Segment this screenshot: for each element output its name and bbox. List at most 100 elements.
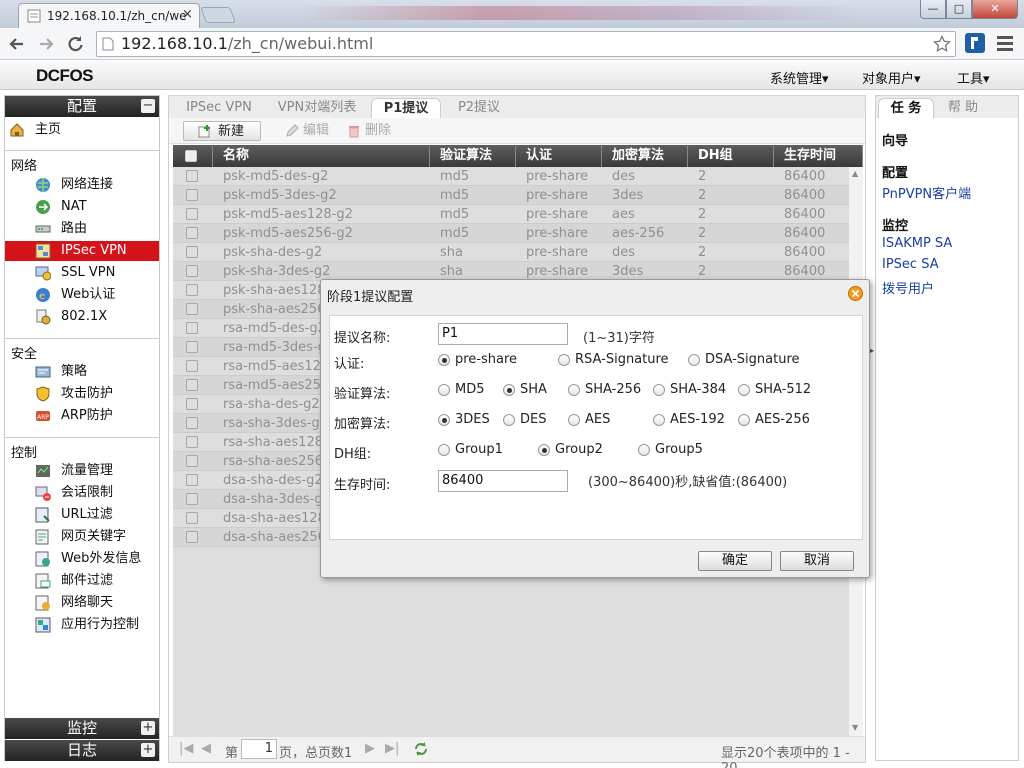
enc-radio-aes[interactable]: AES (568, 411, 658, 429)
link-dialup-users[interactable]: 拨号用户 (882, 278, 934, 297)
prev-page-icon[interactable]: ◀ (201, 741, 211, 756)
address-bar[interactable]: 192.168.10.1/zh_cn/webui.html (96, 31, 956, 57)
tab-ipsec-vpn[interactable]: IPSec VPN (175, 98, 263, 118)
collapse-icon[interactable]: − (141, 99, 155, 113)
sidebar-item-web-outbound[interactable]: Web外发信息 (5, 549, 159, 569)
select-all-checkbox[interactable] (185, 150, 197, 162)
sidebar-item-ipsec-vpn[interactable]: IPSec VPN (5, 241, 159, 261)
page-input[interactable]: 1 (241, 739, 277, 759)
column-header-hash[interactable]: 验证算法 (430, 145, 516, 167)
column-header-encryption[interactable]: 加密算法 (602, 145, 688, 167)
sidebar-header-config[interactable]: 配置 − (5, 96, 159, 117)
ssl-vpn-icon (35, 265, 51, 281)
hash-radio-sha-384[interactable]: SHA-384 (653, 381, 743, 399)
maximize-button[interactable]: □ (946, 0, 972, 19)
menu-tools[interactable]: 工具▾ (957, 68, 990, 87)
sidebar-item-web-auth[interactable]: e Web认证 (5, 285, 159, 305)
auth-radio-rsa-signature[interactable]: RSA-Signature (558, 351, 669, 369)
sidebar-header-monitor[interactable]: 监控 + (5, 718, 159, 739)
delete-button[interactable]: 删除 (347, 121, 397, 141)
column-header-dh[interactable]: DH组 (688, 145, 774, 167)
new-button[interactable]: 新建 (183, 121, 261, 141)
sidebar-item-network-chat[interactable]: 网络聊天 (5, 593, 159, 613)
sidebar-item-arp-defense[interactable]: ARP ARP防护 (5, 406, 159, 426)
dialog-close-icon[interactable] (848, 286, 863, 301)
radio-indicator (558, 354, 570, 366)
hash-radio-sha-512[interactable]: SHA-512 (738, 381, 828, 399)
tab-help[interactable]: 帮 助 (936, 98, 990, 118)
next-page-icon[interactable]: ▶ (365, 741, 375, 756)
ok-button[interactable]: 确定 (698, 551, 772, 571)
link-ipsec-sa[interactable]: IPSec SA (882, 257, 939, 272)
sidebar-item-home[interactable]: 主页 (5, 120, 159, 140)
auth-radio-pre-share[interactable]: pre-share (438, 351, 528, 369)
delete-icon (347, 124, 361, 138)
tab-p1-proposal[interactable]: P1提议 (371, 98, 441, 118)
dh-radio-group2[interactable]: Group2 (538, 441, 628, 459)
back-icon[interactable] (6, 33, 28, 55)
link-pnpvpn-client[interactable]: PnPVPN客户端 (882, 183, 971, 202)
sidebar-item-url-filter[interactable]: URL过滤 (5, 505, 159, 525)
tab-vpn-peer-list[interactable]: VPN对端列表 (269, 98, 365, 118)
sidebar-item-app-behavior-control[interactable]: 应用行为控制 (5, 615, 159, 635)
auth-radio-dsa-signature[interactable]: DSA-Signature (688, 351, 800, 369)
radio-indicator (738, 414, 750, 426)
sidebar-item-nat[interactable]: NAT (5, 197, 159, 217)
enc-radio-aes-256[interactable]: AES-256 (738, 411, 828, 429)
tab-p2-proposal[interactable]: P2提议 (447, 98, 511, 118)
sidebar-item-session-limit[interactable]: 会话限制 (5, 483, 159, 503)
reload-icon[interactable] (64, 33, 86, 55)
sidebar-item-policy[interactable]: 策略 (5, 362, 159, 382)
chat-icon (35, 595, 51, 611)
page-icon (102, 37, 114, 51)
lifetime-input[interactable]: 86400 (438, 470, 568, 492)
tab-tasks[interactable]: 任 务 (878, 98, 934, 118)
minimize-button[interactable]: — (920, 0, 946, 19)
forward-icon[interactable] (35, 33, 57, 55)
first-page-icon[interactable]: |◀ (179, 741, 193, 756)
hash-radio-sha-256[interactable]: SHA-256 (568, 381, 658, 399)
new-tab-button[interactable] (200, 7, 236, 23)
refresh-icon[interactable] (413, 741, 429, 757)
edit-button[interactable]: 编辑 (285, 121, 335, 141)
menu-icon[interactable] (997, 34, 1013, 52)
radio-label: MD5 (455, 382, 485, 397)
cancel-button[interactable]: 取消 (780, 551, 854, 571)
encryption-label: 加密算法: (334, 417, 391, 432)
sidebar-item-8021x[interactable]: 802.1X (5, 307, 159, 327)
column-header-name[interactable]: 名称 (213, 145, 430, 167)
sidebar-item-network-connection[interactable]: 网络连接 (5, 175, 159, 195)
sidebar-item-traffic-management[interactable]: 流量管理 (5, 461, 159, 481)
sidebar-item-attack-defense[interactable]: 攻击防护 (5, 384, 159, 404)
menu-object-user[interactable]: 对象用户▾ (862, 68, 921, 87)
link-isakmp-sa[interactable]: ISAKMP SA (882, 236, 952, 251)
proposal-name-input[interactable]: P1 (438, 323, 568, 345)
sidebar-item-ssl-vpn[interactable]: SSL VPN (5, 263, 159, 283)
scroll-up-icon[interactable]: ▲ (852, 169, 858, 178)
menu-system-management[interactable]: 系统管理▾ (770, 68, 829, 87)
column-header-auth[interactable]: 认证 (516, 145, 602, 167)
tab-close-icon[interactable]: × (182, 7, 193, 22)
sidebar-item-route[interactable]: 路由 (5, 219, 159, 239)
window-close-button[interactable]: ✕ (972, 0, 1018, 19)
hash-label: 验证算法: (334, 387, 391, 402)
radio-label: Group1 (455, 442, 503, 457)
sidebar-header-log[interactable]: 日志 + (5, 740, 159, 761)
sidebar-item-web-keyword[interactable]: 网页关键字 (5, 527, 159, 547)
dh-radio-group1[interactable]: Group1 (438, 441, 528, 459)
column-header-lifetime[interactable]: 生存时间 (774, 145, 863, 167)
last-page-icon[interactable]: ▶| (385, 741, 399, 756)
dh-radio-group5[interactable]: Group5 (638, 441, 728, 459)
app-logo: DCFOS (36, 66, 94, 85)
radio-label: AES-256 (755, 412, 810, 427)
expand-icon[interactable]: + (141, 721, 155, 735)
sidebar-item-mail-filter[interactable]: 邮件过滤 (5, 571, 159, 591)
expand-icon[interactable]: + (141, 743, 155, 757)
extension-icon[interactable] (965, 33, 985, 53)
browser-tab[interactable]: 192.168.10.1/zh_cn/web × (18, 3, 200, 28)
radio-indicator (503, 414, 515, 426)
divider (5, 338, 159, 339)
enc-radio-aes-192[interactable]: AES-192 (653, 411, 743, 429)
scroll-down-icon[interactable]: ▼ (852, 723, 858, 732)
bookmark-star-icon[interactable] (933, 35, 951, 53)
